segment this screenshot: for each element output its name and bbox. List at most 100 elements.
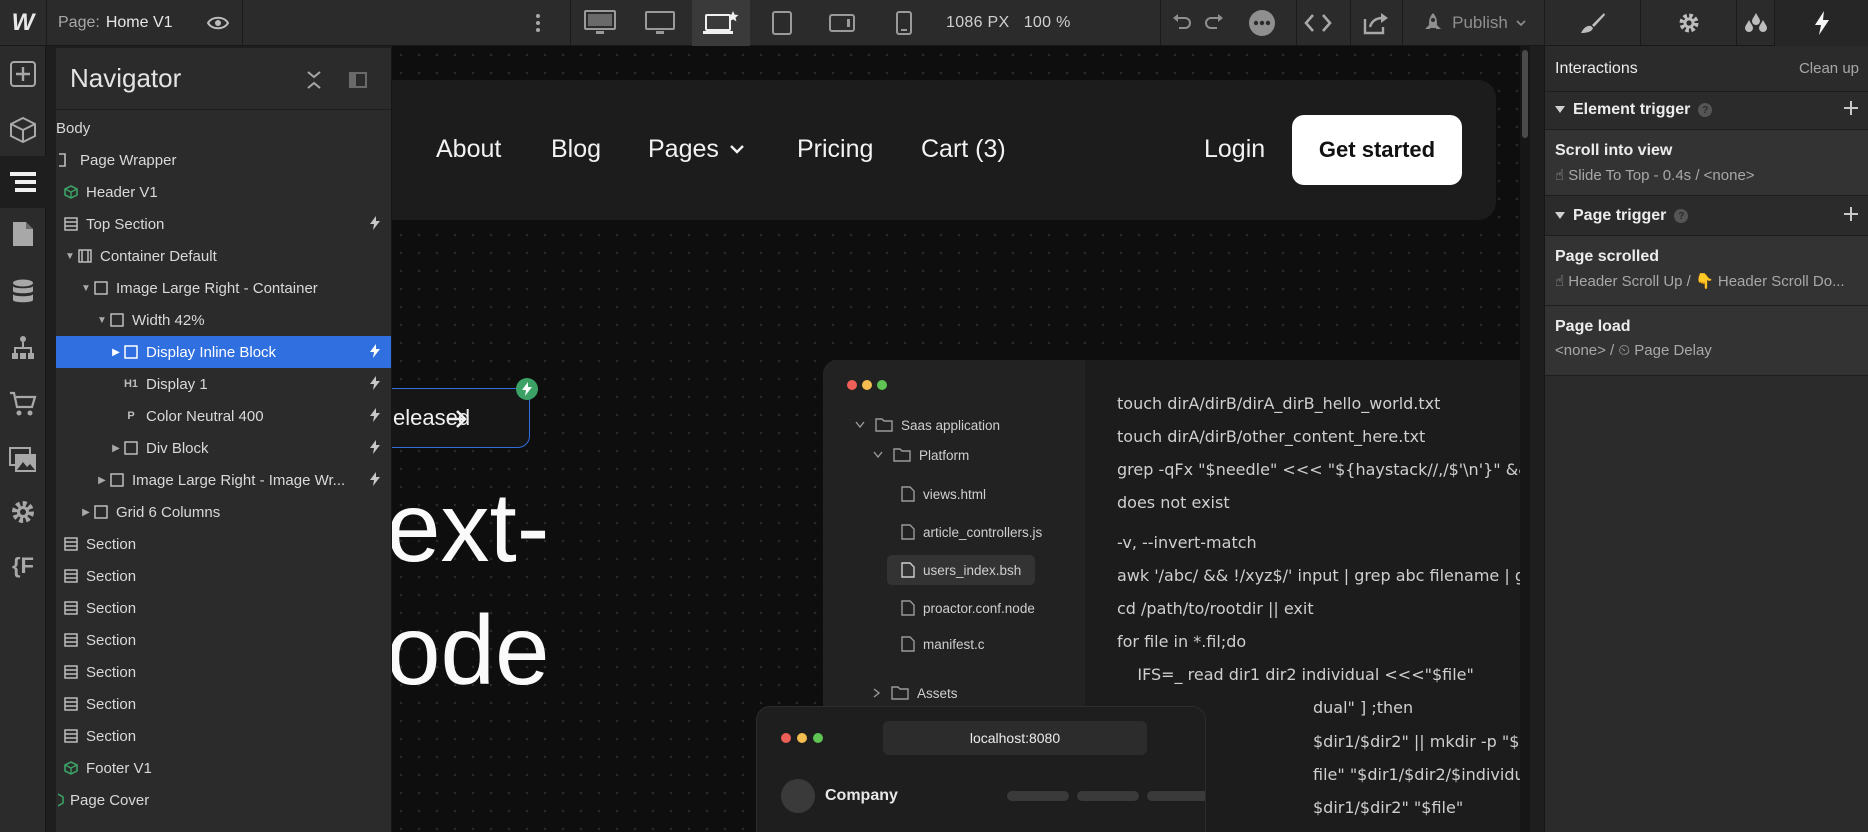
chevron-right-icon [873, 688, 881, 698]
settings-icon[interactable] [0, 488, 46, 536]
interactions-bolt-icon[interactable] [1774, 0, 1868, 46]
page-selector[interactable]: Page: Home V1 [58, 0, 173, 46]
tree-item-section[interactable]: Section [56, 720, 391, 752]
preview-eye-icon[interactable] [198, 0, 238, 46]
add-icon[interactable] [0, 50, 46, 98]
tree-item-top-section[interactable]: Top Section [56, 208, 391, 240]
logic-icon[interactable] [0, 324, 46, 372]
ecommerce-icon[interactable] [0, 380, 46, 428]
breakpoint-desktop-base-icon[interactable] [692, 0, 750, 46]
color-drops-icon[interactable] [1736, 0, 1774, 46]
tree-item-header-v1[interactable]: Header V1 [56, 176, 391, 208]
interaction-bolt-icon [370, 408, 380, 426]
interaction-bolt-icon [370, 216, 380, 234]
element-trigger-section-header[interactable]: Element trigger ? [1545, 90, 1868, 130]
page-trigger-section-header[interactable]: Page trigger ? [1545, 196, 1868, 236]
help-icon[interactable]: ? [1698, 103, 1713, 117]
collapse-all-icon[interactable] [294, 60, 334, 100]
interactions-header: Interactions Clean up [1545, 46, 1868, 92]
add-page-trigger-plus-icon[interactable] [1843, 206, 1859, 225]
section-icon [62, 215, 80, 233]
nav-link-login[interactable]: Login [1204, 114, 1265, 184]
page-trigger-item[interactable]: Page scrolled ☝ Header Scroll Up / 👇 Hea… [1545, 236, 1868, 306]
scrollbar-thumb[interactable] [1522, 50, 1528, 138]
nav-link-cart[interactable]: Cart (3) [921, 114, 1006, 184]
get-started-button[interactable]: Get started [1292, 115, 1462, 185]
canvas-scrollbar[interactable] [1520, 46, 1530, 832]
tree-item-display-inline-block[interactable]: ▶ Display Inline Block [56, 336, 391, 368]
canvas-size-readout[interactable]: 1086 PX 100 % [946, 0, 1071, 46]
breakpoint-mobile-landscape-icon[interactable] [814, 0, 870, 46]
cms-icon[interactable] [0, 268, 46, 316]
nav-link-pages[interactable]: Pages [648, 114, 745, 184]
file-tree-label: views.html [923, 486, 987, 502]
tree-item-div-block[interactable]: ▶ Div Block [56, 432, 391, 464]
tree-item-section[interactable]: Section [56, 560, 391, 592]
breakpoint-mobile-portrait-icon[interactable] [876, 0, 932, 46]
tree-item-color-neutral-400[interactable]: P Color Neutral 400 [56, 400, 391, 432]
comments-icon[interactable] [1244, 0, 1280, 46]
breakpoint-xl-icon[interactable] [632, 0, 688, 46]
caret-right-icon[interactable]: ▶ [110, 443, 122, 454]
tree-item-width-42[interactable]: ▼ Width 42% [56, 304, 391, 336]
clean-up-button[interactable]: Clean up [1799, 60, 1859, 77]
nav-link-pricing[interactable]: Pricing [797, 114, 873, 184]
trigger-detail: ☝ Slide To Top - 0.4s / <none> [1555, 167, 1755, 184]
add-element-trigger-plus-icon[interactable] [1843, 100, 1859, 119]
help-icon[interactable]: ? [1674, 209, 1689, 223]
caret-right-icon[interactable]: ▶ [110, 347, 122, 358]
publish-button[interactable]: Publish [1404, 0, 1544, 46]
tree-item-body[interactable]: Body [56, 112, 391, 144]
nav-link-blog[interactable]: Blog [551, 114, 601, 184]
caret-right-icon[interactable]: ▶ [96, 475, 108, 486]
release-badge-pill[interactable]: eleased [392, 388, 530, 448]
canvas-zoom: 100 % [1023, 14, 1071, 31]
heading-icon: H1 [123, 378, 139, 390]
fonts-icon[interactable]: {F [0, 542, 46, 590]
tree-item-container-default[interactable]: ▼ Container Default [56, 240, 391, 272]
tree-item-section[interactable]: Section [56, 624, 391, 656]
caret-down-icon[interactable]: ▼ [96, 315, 108, 326]
page-trigger-item[interactable]: Page load <none> / ⏲ Page Delay [1545, 306, 1868, 376]
navigator-icon[interactable] [0, 156, 46, 208]
element-trigger-item[interactable]: Scroll into view ☝ Slide To Top - 0.4s /… [1545, 130, 1868, 196]
file-icon [901, 600, 915, 616]
tree-item-image-large-right-container[interactable]: ▼ Image Large Right - Container [56, 272, 391, 304]
design-canvas[interactable]: About Blog Pages Pricing Cart (3) Login … [392, 46, 1530, 832]
caret-down-icon[interactable]: ▼ [80, 283, 92, 294]
code-export-icon[interactable] [1298, 0, 1338, 46]
tree-item-footer-v1[interactable]: Footer V1 [56, 752, 391, 784]
share-icon[interactable] [1356, 0, 1396, 46]
tree-item-section[interactable]: Section [56, 592, 391, 624]
tree-item-display-1[interactable]: H1 Display 1 [56, 368, 391, 400]
dock-panel-icon[interactable] [338, 60, 378, 100]
nav-link-about[interactable]: About [436, 114, 501, 184]
tree-item-section[interactable]: Section [56, 688, 391, 720]
pages-icon[interactable] [0, 210, 46, 258]
style-brush-icon[interactable] [1544, 0, 1640, 46]
tree-item-page-cover[interactable]: Page Cover [56, 784, 391, 816]
tree-item-label: Section [86, 599, 137, 617]
undo-icon[interactable] [1168, 0, 1196, 46]
breakpoint-tablet-icon[interactable] [754, 0, 810, 46]
caret-right-icon[interactable]: ▶ [80, 507, 92, 518]
file-tree-folder: Assets [873, 682, 958, 704]
tree-item-image-large-right-image-wrapper[interactable]: ▶ Image Large Right - Image Wr... [56, 464, 391, 496]
webflow-logo[interactable]: W [0, 0, 46, 46]
components-icon[interactable] [0, 106, 46, 154]
redo-icon[interactable] [1200, 0, 1228, 46]
tree-item-grid-6-columns[interactable]: ▶ Grid 6 Columns [56, 496, 391, 528]
caret-down-icon[interactable]: ▼ [64, 251, 76, 262]
close-icon[interactable] [382, 60, 391, 100]
interaction-badge-icon[interactable] [516, 378, 538, 400]
breakpoint-xxl-icon[interactable] [572, 0, 628, 46]
settings-gear-icon[interactable] [1640, 0, 1736, 46]
assets-icon[interactable] [0, 436, 46, 484]
nav-link-pages-label: Pages [648, 134, 719, 163]
more-breakpoints-icon[interactable] [528, 0, 548, 46]
divider [1350, 0, 1351, 46]
tree-item-section[interactable]: Section [56, 528, 391, 560]
tree-item-page-wrapper[interactable]: Page Wrapper [56, 144, 391, 176]
tree-item-label: Page Cover [70, 791, 150, 809]
tree-item-section[interactable]: Section [56, 656, 391, 688]
